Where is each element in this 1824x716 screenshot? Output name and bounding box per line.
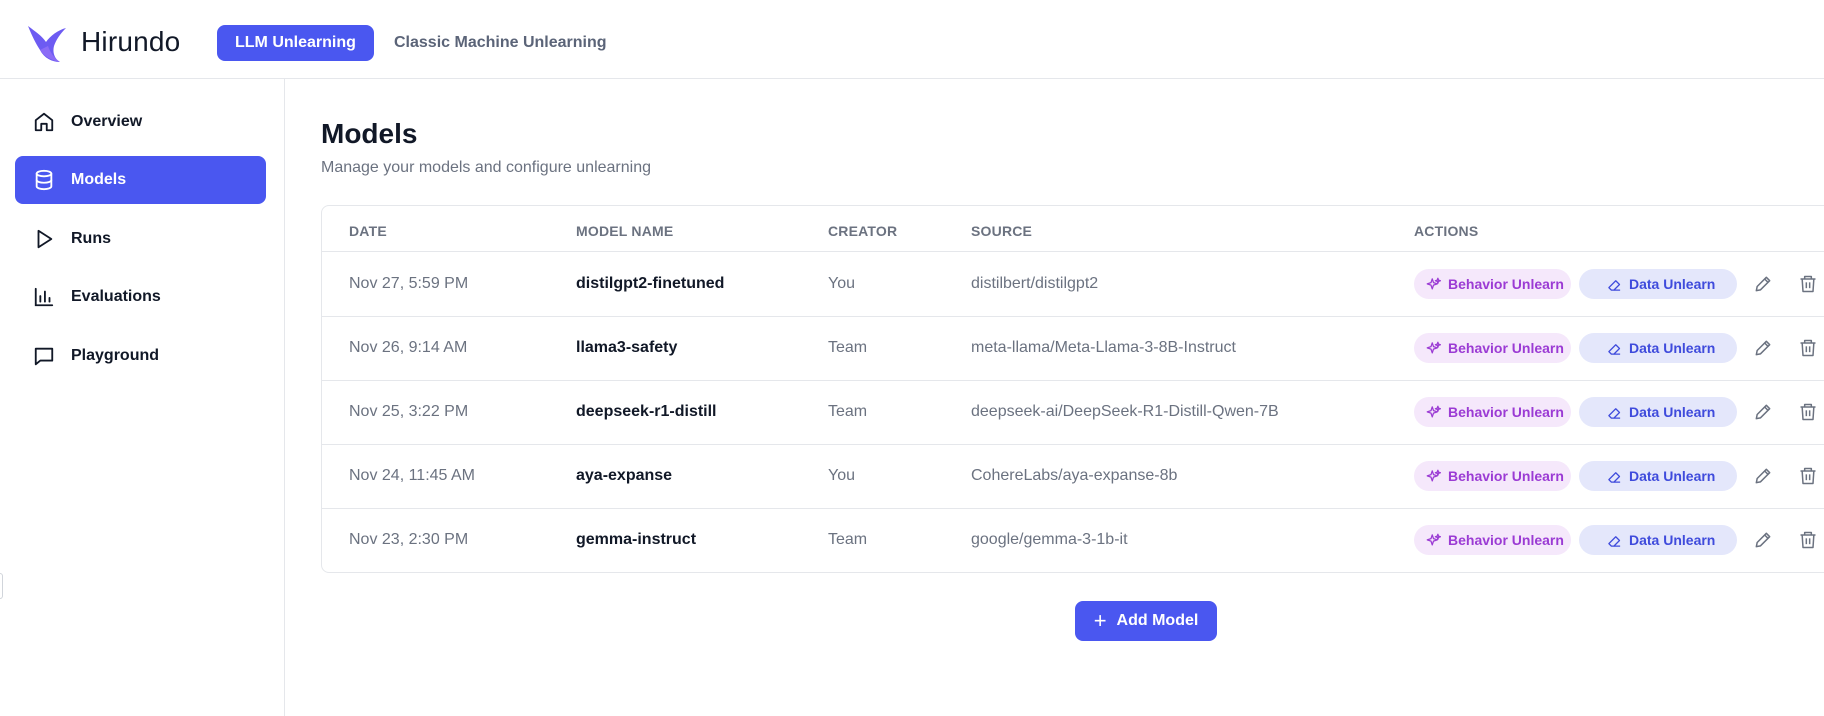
data-unlearn-label: Data Unlearn: [1629, 468, 1716, 484]
column-header-date[interactable]: DATE: [349, 223, 387, 239]
sidebar-item-label: Models: [71, 171, 127, 188]
delete-trash-icon[interactable]: [1798, 402, 1818, 422]
row-model-name[interactable]: deepseek-r1-distill: [576, 403, 717, 421]
data-unlearn-button[interactable]: Data Unlearn: [1579, 525, 1737, 555]
edit-pencil-icon[interactable]: [1753, 530, 1773, 550]
data-unlearn-label: Data Unlearn: [1629, 532, 1716, 548]
database-icon: [33, 169, 55, 191]
models-table: DATE MODEL NAME CREATOR SOURCE ACTIONS N…: [321, 205, 1824, 573]
brand-name: Hirundo: [81, 26, 181, 57]
behavior-unlearn-label: Behavior Unlearn: [1448, 468, 1564, 484]
row-creator: You: [828, 275, 855, 292]
top-header: Hirundo LLM Unlearning Classic Machine U…: [0, 0, 1824, 79]
row-date: Nov 23, 2:30 PM: [349, 531, 469, 548]
column-header-creator[interactable]: CREATOR: [828, 223, 897, 239]
sidebar-item-models[interactable]: Models: [15, 156, 266, 204]
bar-chart-icon: [33, 286, 55, 308]
sidebar-item-label: Evaluations: [71, 288, 161, 305]
eraser-icon: [1608, 407, 1621, 419]
sidebar: Overview Models Runs Evaluations Playgro…: [0, 79, 285, 716]
row-source: meta-llama/Meta-Llama-3-8B-Instruct: [971, 339, 1236, 356]
column-header-model-name[interactable]: MODEL NAME: [576, 223, 673, 239]
row-source: google/gemma-3-1b-it: [971, 531, 1128, 548]
delete-trash-icon[interactable]: [1798, 274, 1818, 294]
play-icon: [33, 228, 55, 250]
page-subtitle: Manage your models and configure unlearn…: [321, 159, 651, 176]
behavior-unlearn-label: Behavior Unlearn: [1448, 276, 1564, 292]
data-unlearn-button[interactable]: Data Unlearn: [1579, 397, 1737, 427]
column-header-source[interactable]: SOURCE: [971, 223, 1032, 239]
sparkles-icon: [1426, 533, 1441, 545]
add-model-label: Add Model: [1116, 612, 1199, 629]
data-unlearn-label: Data Unlearn: [1629, 340, 1716, 356]
edit-pencil-icon[interactable]: [1753, 338, 1773, 358]
sidebar-collapse-handle[interactable]: [0, 573, 3, 599]
table-row[interactable]: Nov 27, 5:59 PM distilgpt2-finetuned You…: [322, 253, 1824, 317]
row-source: deepseek-ai/DeepSeek-R1-Distill-Qwen-7B: [971, 403, 1279, 420]
row-creator: You: [828, 467, 855, 484]
row-creator: Team: [828, 403, 868, 420]
row-source: CohereLabs/aya-expanse-8b: [971, 467, 1178, 484]
sidebar-item-overview[interactable]: Overview: [15, 98, 266, 146]
row-creator: Team: [828, 339, 868, 356]
add-model-button[interactable]: + Add Model: [1075, 601, 1217, 641]
swallow-logo-icon[interactable]: [26, 22, 68, 64]
eraser-icon: [1608, 279, 1621, 291]
table-row[interactable]: Nov 25, 3:22 PM deepseek-r1-distill Team…: [322, 381, 1824, 445]
eraser-icon: [1608, 471, 1621, 483]
table-row[interactable]: Nov 24, 11:45 AM aya-expanse You CohereL…: [322, 445, 1824, 509]
delete-trash-icon[interactable]: [1798, 338, 1818, 358]
row-date: Nov 27, 5:59 PM: [349, 275, 469, 292]
eraser-icon: [1608, 535, 1621, 547]
behavior-unlearn-label: Behavior Unlearn: [1448, 532, 1564, 548]
data-unlearn-button[interactable]: Data Unlearn: [1579, 461, 1737, 491]
row-source: distilbert/distilgpt2: [971, 275, 1099, 292]
data-unlearn-label: Data Unlearn: [1629, 276, 1716, 292]
sidebar-item-playground[interactable]: Playground: [15, 332, 266, 380]
edit-pencil-icon[interactable]: [1753, 466, 1773, 486]
column-header-actions: ACTIONS: [1414, 223, 1479, 239]
tab-llm-unlearning[interactable]: LLM Unlearning: [217, 25, 374, 61]
chat-icon: [33, 345, 55, 367]
row-model-name[interactable]: gemma-instruct: [576, 531, 696, 549]
sparkles-icon: [1426, 405, 1441, 417]
data-unlearn-button[interactable]: Data Unlearn: [1579, 269, 1737, 299]
edit-pencil-icon[interactable]: [1753, 274, 1773, 294]
row-date: Nov 26, 9:14 AM: [349, 339, 468, 356]
table-row[interactable]: Nov 23, 2:30 PM gemma-instruct Team goog…: [322, 509, 1824, 573]
row-model-name[interactable]: llama3-safety: [576, 339, 677, 357]
table-header: DATE MODEL NAME CREATOR SOURCE ACTIONS: [322, 206, 1824, 252]
row-model-name[interactable]: aya-expanse: [576, 467, 672, 485]
behavior-unlearn-button[interactable]: Behavior Unlearn: [1414, 525, 1571, 555]
table-row[interactable]: Nov 26, 9:14 AM llama3-safety Team meta-…: [322, 317, 1824, 381]
row-model-name[interactable]: distilgpt2-finetuned: [576, 275, 724, 293]
tab-classic-machine-unlearning[interactable]: Classic Machine Unlearning: [376, 25, 625, 61]
behavior-unlearn-label: Behavior Unlearn: [1448, 404, 1564, 420]
behavior-unlearn-button[interactable]: Behavior Unlearn: [1414, 461, 1571, 491]
home-icon: [33, 111, 55, 133]
behavior-unlearn-label: Behavior Unlearn: [1448, 340, 1564, 356]
sidebar-item-label: Playground: [71, 347, 160, 364]
eraser-icon: [1608, 343, 1621, 355]
plus-icon: +: [1093, 608, 1107, 633]
behavior-unlearn-button[interactable]: Behavior Unlearn: [1414, 333, 1571, 363]
delete-trash-icon[interactable]: [1798, 530, 1818, 550]
row-date: Nov 25, 3:22 PM: [349, 403, 469, 420]
delete-trash-icon[interactable]: [1798, 466, 1818, 486]
sparkles-icon: [1426, 341, 1441, 353]
behavior-unlearn-button[interactable]: Behavior Unlearn: [1414, 397, 1571, 427]
sparkles-icon: [1426, 469, 1441, 481]
data-unlearn-button[interactable]: Data Unlearn: [1579, 333, 1737, 363]
sidebar-item-label: Runs: [71, 230, 111, 247]
sidebar-item-label: Overview: [71, 113, 143, 130]
sparkles-icon: [1426, 277, 1441, 289]
behavior-unlearn-button[interactable]: Behavior Unlearn: [1414, 269, 1571, 299]
page-title: Models: [321, 118, 418, 149]
row-creator: Team: [828, 531, 868, 548]
data-unlearn-label: Data Unlearn: [1629, 404, 1716, 420]
edit-pencil-icon[interactable]: [1753, 402, 1773, 422]
sidebar-item-evaluations[interactable]: Evaluations: [15, 273, 266, 321]
row-date: Nov 24, 11:45 AM: [349, 467, 475, 484]
sidebar-item-runs[interactable]: Runs: [15, 215, 266, 263]
